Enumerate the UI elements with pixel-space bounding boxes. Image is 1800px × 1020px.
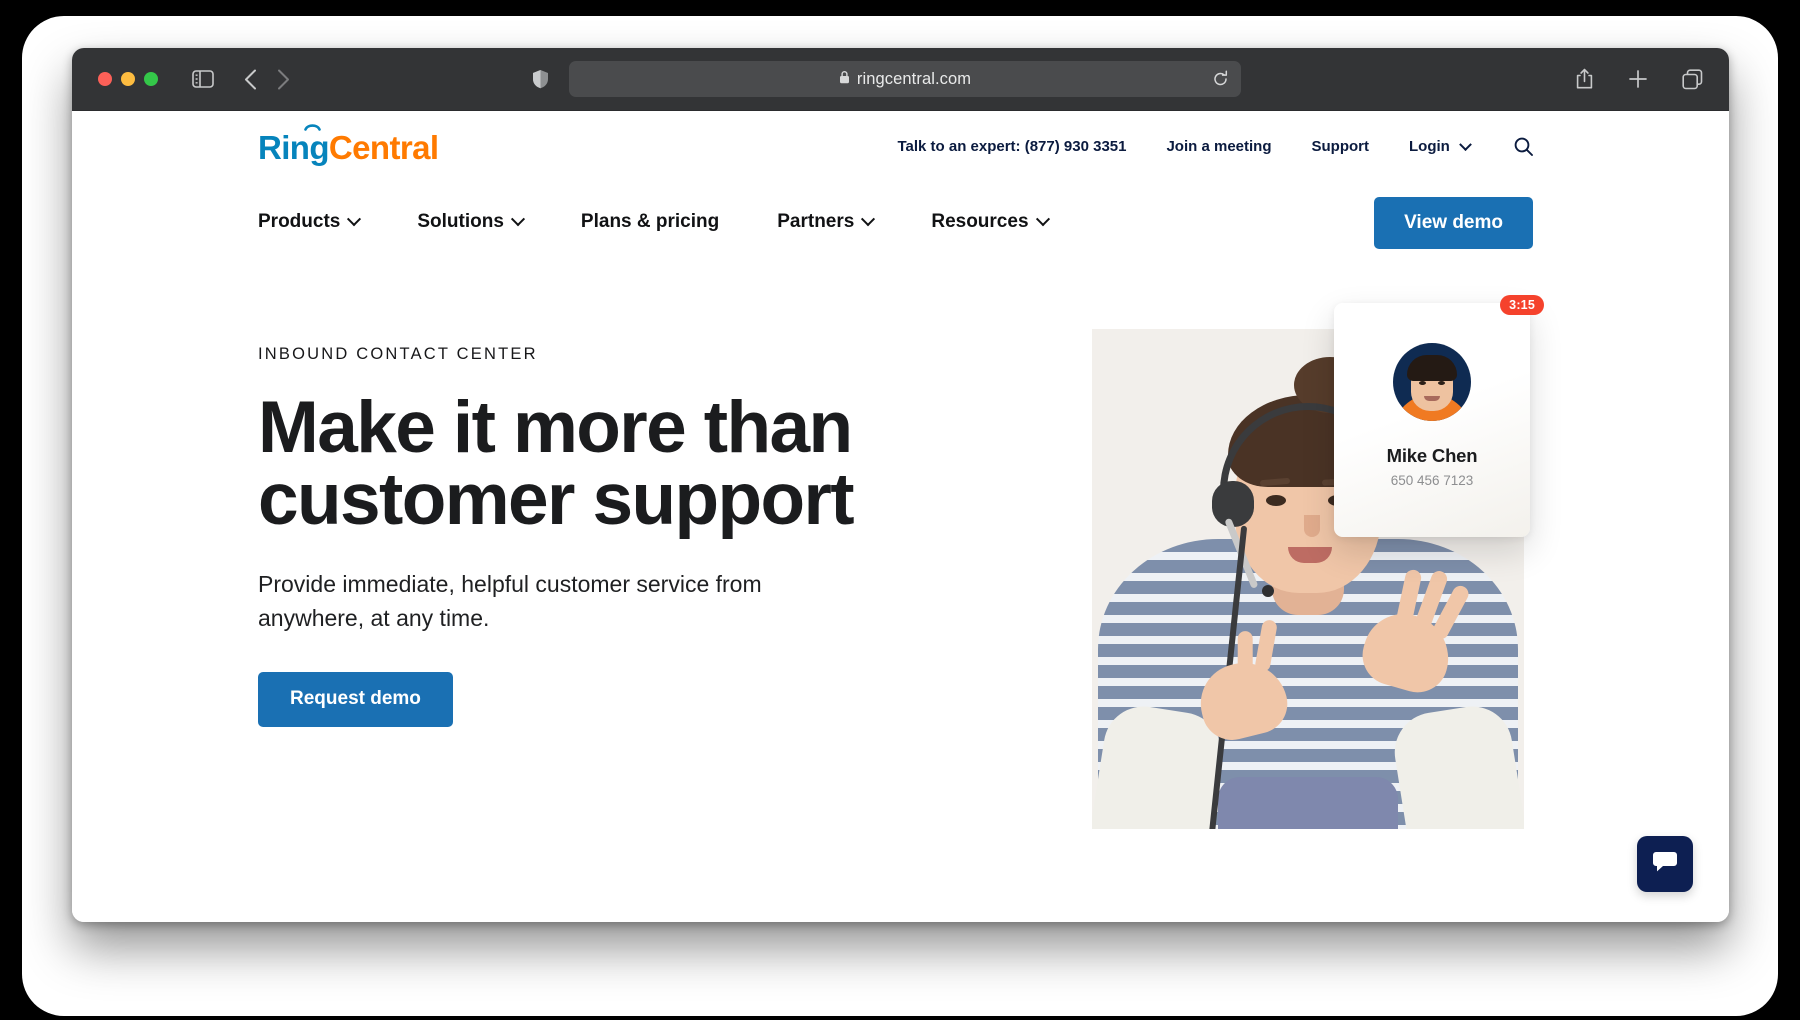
page-viewport: RingCentral Talk to an expert: (877) 930… xyxy=(72,111,1729,922)
utility-item-login[interactable]: Login xyxy=(1409,138,1470,155)
minimize-window-button[interactable] xyxy=(121,72,135,86)
contact-phone: 650 456 7123 xyxy=(1334,473,1530,488)
hero-media: 3:15 Mike Chen 650 456 7123 xyxy=(1027,277,1627,922)
request-demo-button[interactable]: Request demo xyxy=(258,672,453,727)
logo-text-central: Central xyxy=(329,129,439,166)
utility-item-label: Support xyxy=(1312,138,1370,155)
forward-button[interactable] xyxy=(277,69,290,90)
utility-item-join-a-meeting[interactable]: Join a meeting xyxy=(1166,138,1271,155)
nose xyxy=(1304,515,1320,537)
hero-subhead: Provide immediate, helpful customer serv… xyxy=(258,567,798,636)
tab-overview-icon[interactable] xyxy=(1682,69,1703,90)
page-root: ringcentral.com xyxy=(0,0,1800,1020)
headset-earcup-icon xyxy=(1212,481,1254,527)
address-bar[interactable]: ringcentral.com xyxy=(569,61,1241,97)
chevron-down-icon xyxy=(1459,138,1472,151)
utility-item-talk-to-expert[interactable]: Talk to an expert: (877) 930 3351 xyxy=(897,138,1126,155)
nav-item-solutions[interactable]: Solutions xyxy=(417,211,523,233)
main-nav-bar: Products Solutions Plans & pricing Partn… xyxy=(72,185,1729,277)
view-demo-button[interactable]: View demo xyxy=(1374,197,1533,249)
lock-icon xyxy=(839,70,850,89)
nav-item-resources[interactable]: Resources xyxy=(931,211,1047,233)
utility-nav: Talk to an expert: (877) 930 3351 Join a… xyxy=(897,137,1533,156)
expert-phone-number: (877) 930 3351 xyxy=(1025,138,1127,155)
chat-bubble-icon xyxy=(1652,850,1678,879)
waist xyxy=(1218,777,1398,829)
logo-text-ring: Ring xyxy=(258,129,329,166)
nav-item-plans-pricing[interactable]: Plans & pricing xyxy=(581,211,719,233)
hero-copy: INBOUND CONTACT CENTER Make it more than… xyxy=(258,345,878,727)
site-header: RingCentral Talk to an expert: (877) 930… xyxy=(72,111,1729,277)
nav-item-label: Products xyxy=(258,211,340,233)
utility-bar: RingCentral Talk to an expert: (877) 930… xyxy=(72,111,1729,185)
url-text: ringcentral.com xyxy=(857,70,971,89)
contact-card[interactable]: 3:15 Mike Chen 650 456 7123 xyxy=(1334,303,1530,537)
hero-section: INBOUND CONTACT CENTER Make it more than… xyxy=(72,277,1729,922)
search-icon[interactable] xyxy=(1514,137,1533,156)
ringcentral-logo[interactable]: RingCentral xyxy=(258,131,438,164)
talk-to-expert-label: Talk to an expert: xyxy=(897,138,1020,155)
chat-widget-button[interactable] xyxy=(1637,836,1693,892)
window-controls xyxy=(98,72,158,86)
nav-item-label: Resources xyxy=(931,211,1028,233)
call-timer-badge: 3:15 xyxy=(1500,295,1544,315)
close-window-button[interactable] xyxy=(98,72,112,86)
main-nav: Products Solutions Plans & pricing Partn… xyxy=(258,211,1106,233)
browser-toolbar: ringcentral.com xyxy=(72,48,1729,111)
share-icon[interactable] xyxy=(1575,68,1594,90)
toolbar-right-actions xyxy=(1575,68,1703,90)
avatar xyxy=(1393,343,1471,421)
utility-item-support[interactable]: Support xyxy=(1312,138,1370,155)
logo-signal-arc-icon xyxy=(304,122,321,131)
contact-name: Mike Chen xyxy=(1334,445,1530,467)
plus-icon[interactable] xyxy=(1628,69,1648,89)
hero-eyebrow: INBOUND CONTACT CENTER xyxy=(258,345,878,364)
nav-item-label: Solutions xyxy=(417,211,504,233)
utility-item-label: Join a meeting xyxy=(1166,138,1271,155)
headset-mic-tip-icon xyxy=(1262,585,1274,597)
chevron-down-icon xyxy=(1035,212,1049,226)
chevron-down-icon xyxy=(511,212,525,226)
nav-item-label: Partners xyxy=(777,211,854,233)
reload-icon[interactable] xyxy=(1212,71,1229,88)
browser-window: ringcentral.com xyxy=(72,48,1729,922)
chevron-down-icon xyxy=(861,212,875,226)
shield-icon[interactable] xyxy=(532,69,549,89)
nav-item-products[interactable]: Products xyxy=(258,211,359,233)
nav-item-partners[interactable]: Partners xyxy=(777,211,873,233)
sidebar-icon[interactable] xyxy=(192,70,214,88)
back-button[interactable] xyxy=(244,69,257,90)
hero-headline: Make it more than customer support xyxy=(258,392,878,537)
maximize-window-button[interactable] xyxy=(144,72,158,86)
nav-item-label: Plans & pricing xyxy=(581,211,719,233)
chevron-down-icon xyxy=(347,212,361,226)
utility-item-label: Login xyxy=(1409,138,1450,155)
